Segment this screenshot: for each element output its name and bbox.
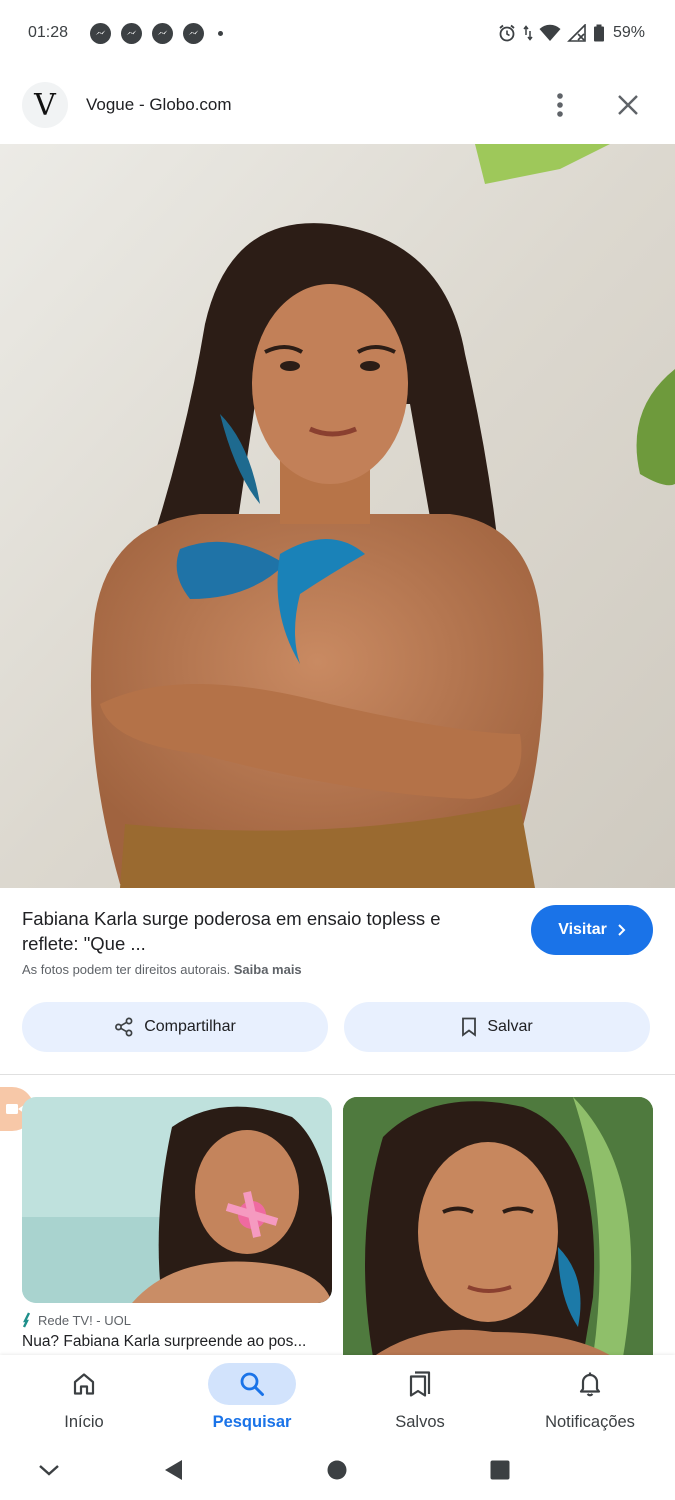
visit-button[interactable]: Visitar [531,905,653,955]
status-time: 01:28 [28,24,69,41]
site-name[interactable]: Vogue - Globo.com [86,95,232,115]
chevron-down-icon[interactable] [34,1455,64,1485]
bookmarks-icon [409,1371,431,1397]
learn-more-link[interactable]: Saiba mais [234,962,302,977]
result-caption: Fabiana Karla surge poderosa em ensaio t… [0,888,675,988]
source-favicon-icon [22,1312,31,1328]
image-viewer-header: V Vogue - Globo.com [0,66,675,144]
save-button[interactable]: Salvar [344,1002,650,1052]
alarm-icon [499,24,515,42]
related-source: Rede TV! - UOL [22,1312,131,1328]
nav-label-notificacoes: Notificações [545,1413,635,1431]
bookmark-icon [462,1017,477,1037]
copyright-text: As fotos podem ter direitos autorais. [22,962,231,977]
result-image[interactable] [0,144,675,888]
save-label: Salvar [487,1018,533,1035]
site-logo[interactable]: V [22,82,68,128]
share-icon [115,1017,133,1037]
status-bar: 01:28 59% [0,0,675,66]
messenger-icon [152,22,174,44]
bell-icon [579,1372,601,1397]
result-actions: Compartilhar Salvar [0,1002,675,1052]
system-navigation-bar [0,1443,675,1500]
signal-icon [567,24,586,42]
search-icon [240,1372,264,1396]
nav-label-salvos: Salvos [395,1413,445,1431]
nav-item-salvos[interactable]: Salvos [336,1355,504,1443]
visit-label: Visitar [558,921,607,938]
nav-item-pesquisar[interactable]: Pesquisar [168,1355,336,1443]
messenger-icon [183,22,205,44]
messenger-icon [90,22,112,44]
related-image[interactable] [22,1097,332,1303]
divider [0,1074,675,1075]
more-notifications-dot [218,30,224,36]
more-options-icon[interactable] [543,88,577,122]
chevron-right-icon [618,924,626,936]
nav-item-notificacoes[interactable]: Notificações [506,1355,674,1443]
wifi-icon [539,24,561,41]
home-button-icon[interactable] [322,1455,352,1485]
nav-item-inicio[interactable]: Início [0,1355,168,1443]
status-icons: 59% [497,23,645,43]
messenger-icon [121,22,143,44]
related-image[interactable] [343,1097,653,1357]
data-arrows-icon [523,25,533,41]
back-icon[interactable] [158,1455,188,1485]
copyright-notice: As fotos podem ter direitos autorais. Sa… [22,962,302,977]
battery-icon [593,24,604,42]
share-button[interactable]: Compartilhar [22,1002,328,1052]
battery-percentage: 59% [612,24,645,41]
result-title[interactable]: Fabiana Karla surge poderosa em ensaio t… [22,906,492,956]
nav-label-inicio: Início [64,1413,104,1431]
nav-label-pesquisar: Pesquisar [212,1413,292,1431]
related-title[interactable]: Nua? Fabiana Karla surpreende ao pos... [22,1333,332,1351]
recent-apps-icon[interactable] [485,1455,515,1485]
bottom-navigation: Início Pesquisar Salvos Notificações [0,1355,675,1443]
close-icon[interactable] [611,88,645,122]
share-label: Compartilhar [144,1018,236,1035]
related-source-label: Rede TV! - UOL [38,1312,131,1328]
home-icon [73,1373,95,1395]
